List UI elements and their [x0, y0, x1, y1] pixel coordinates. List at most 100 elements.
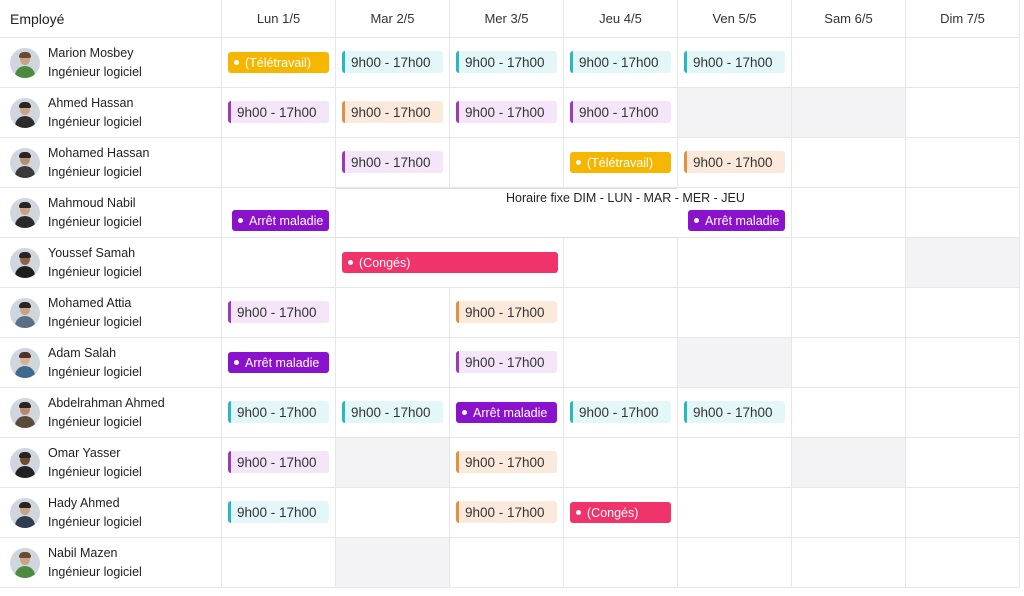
- day-header-mon[interactable]: Lun 1/5: [222, 0, 336, 38]
- day-off-cell[interactable]: [336, 538, 450, 588]
- schedule-cell[interactable]: [564, 288, 678, 338]
- schedule-cell[interactable]: [906, 138, 1020, 188]
- schedule-cell[interactable]: 9h00 - 17h00: [336, 88, 450, 138]
- employee-row-header[interactable]: Mohamed Hassan Ingénieur logiciel: [0, 138, 222, 188]
- shift-block[interactable]: 9h00 - 17h00: [570, 51, 671, 73]
- schedule-cell[interactable]: [906, 88, 1020, 138]
- schedule-cell[interactable]: [792, 338, 906, 388]
- day-header-tue[interactable]: Mar 2/5: [336, 0, 450, 38]
- employee-row-header[interactable]: Youssef Samah Ingénieur logiciel: [0, 238, 222, 288]
- schedule-cell[interactable]: 9h00 - 17h00: [222, 438, 336, 488]
- schedule-cell[interactable]: [792, 238, 906, 288]
- shift-block[interactable]: 9h00 - 17h00: [456, 501, 557, 523]
- day-header-wed[interactable]: Mer 3/5: [450, 0, 564, 38]
- employee-row-header[interactable]: Marion Mosbey Ingénieur logiciel: [0, 38, 222, 88]
- schedule-cell[interactable]: [906, 38, 1020, 88]
- schedule-cell[interactable]: [678, 538, 792, 588]
- schedule-cell[interactable]: [336, 288, 450, 338]
- employee-row-header[interactable]: Omar Yasser Ingénieur logiciel: [0, 438, 222, 488]
- day-header-thu[interactable]: Jeu 4/5: [564, 0, 678, 38]
- sick-leave-event[interactable]: Arrêt maladie: [228, 352, 329, 373]
- employee-row-header[interactable]: Ahmed Hassan Ingénieur logiciel: [0, 88, 222, 138]
- schedule-cell[interactable]: 9h00 - 17h00: [564, 38, 678, 88]
- schedule-cell[interactable]: [336, 488, 450, 538]
- schedule-cell[interactable]: 9h00 - 17h00: [450, 488, 564, 538]
- schedule-cell[interactable]: 9h00 - 17h00: [450, 38, 564, 88]
- schedule-cell[interactable]: [792, 488, 906, 538]
- shift-block[interactable]: 9h00 - 17h00: [456, 301, 557, 323]
- schedule-cell[interactable]: 9h00 - 17h00: [564, 88, 678, 138]
- schedule-cell[interactable]: [564, 338, 678, 388]
- schedule-cell[interactable]: 9h00 - 17h00: [450, 88, 564, 138]
- shift-block[interactable]: 9h00 - 17h00: [684, 151, 785, 173]
- schedule-cell[interactable]: Arrêt maladie: [222, 188, 336, 238]
- day-off-cell[interactable]: [678, 338, 792, 388]
- schedule-cell[interactable]: 9h00 - 17h00: [450, 338, 564, 388]
- employee-row-header[interactable]: Hady Ahmed Ingénieur logiciel: [0, 488, 222, 538]
- schedule-cell[interactable]: Arrêt maladie: [450, 388, 564, 438]
- schedule-cell[interactable]: (Congés): [336, 238, 558, 288]
- schedule-cell[interactable]: [450, 238, 564, 288]
- schedule-cell[interactable]: [792, 188, 906, 238]
- shift-block[interactable]: 9h00 - 17h00: [570, 101, 671, 123]
- shift-block[interactable]: 9h00 - 17h00: [342, 101, 443, 123]
- schedule-cell[interactable]: [678, 238, 792, 288]
- shift-block[interactable]: 9h00 - 17h00: [342, 51, 443, 73]
- employee-row-header[interactable]: Abdelrahman Ahmed Ingénieur logiciel: [0, 388, 222, 438]
- schedule-cell[interactable]: (Télétravail): [222, 38, 336, 88]
- day-off-cell[interactable]: [792, 88, 906, 138]
- schedule-cell[interactable]: [336, 338, 450, 388]
- schedule-cell[interactable]: [792, 538, 906, 588]
- day-header-fri[interactable]: Ven 5/5: [678, 0, 792, 38]
- schedule-cell[interactable]: 9h00 - 17h00: [336, 138, 450, 188]
- schedule-cell[interactable]: 9h00 - 17h00: [336, 38, 450, 88]
- shift-block[interactable]: 9h00 - 17h00: [456, 101, 557, 123]
- day-header-sat[interactable]: Sam 6/5: [792, 0, 906, 38]
- shift-block[interactable]: 9h00 - 17h00: [456, 451, 557, 473]
- schedule-cell[interactable]: [564, 238, 678, 288]
- schedule-cell[interactable]: [906, 538, 1020, 588]
- employee-row-header[interactable]: Nabil Mazen Ingénieur logiciel: [0, 538, 222, 588]
- sick-leave-event[interactable]: Arrêt maladie: [688, 210, 785, 231]
- schedule-cell[interactable]: 9h00 - 17h00: [678, 38, 792, 88]
- schedule-cell[interactable]: [336, 188, 450, 238]
- schedule-cell[interactable]: 9h00 - 17h00: [336, 388, 450, 438]
- employee-row-header[interactable]: Mohamed Attia Ingénieur logiciel: [0, 288, 222, 338]
- sick-leave-event[interactable]: Arrêt maladie: [232, 210, 329, 231]
- schedule-cell[interactable]: [906, 388, 1020, 438]
- telework-event[interactable]: (Télétravail): [228, 52, 329, 73]
- shift-block[interactable]: 9h00 - 17h00: [456, 51, 557, 73]
- schedule-cell[interactable]: 9h00 - 17h00: [678, 138, 792, 188]
- schedule-cell[interactable]: [678, 438, 792, 488]
- leave-event[interactable]: (Congés): [570, 502, 671, 523]
- schedule-cell[interactable]: [678, 488, 792, 538]
- schedule-cell[interactable]: [906, 338, 1020, 388]
- telework-event[interactable]: (Télétravail): [570, 152, 671, 173]
- shift-block[interactable]: 9h00 - 17h00: [684, 51, 785, 73]
- shift-block[interactable]: 9h00 - 17h00: [228, 101, 329, 123]
- schedule-cell[interactable]: [906, 188, 1020, 238]
- shift-block[interactable]: 9h00 - 17h00: [684, 401, 785, 423]
- day-header-sun[interactable]: Dim 7/5: [906, 0, 1020, 38]
- employee-row-header[interactable]: Mahmoud Nabil Ingénieur logiciel: [0, 188, 222, 238]
- schedule-cell[interactable]: 9h00 - 17h00: [450, 288, 564, 338]
- shift-block[interactable]: 9h00 - 17h00: [456, 351, 557, 373]
- schedule-cell[interactable]: [450, 138, 564, 188]
- schedule-cell[interactable]: 9h00 - 17h00: [564, 388, 678, 438]
- shift-block[interactable]: 9h00 - 17h00: [228, 501, 329, 523]
- shift-block[interactable]: 9h00 - 17h00: [570, 401, 671, 423]
- schedule-cell[interactable]: [678, 288, 792, 338]
- schedule-cell[interactable]: (Congés): [564, 488, 678, 538]
- schedule-cell[interactable]: 9h00 - 17h00: [222, 388, 336, 438]
- schedule-cell[interactable]: (Télétravail): [564, 138, 678, 188]
- day-off-cell[interactable]: [906, 238, 1020, 288]
- shift-block[interactable]: 9h00 - 17h00: [228, 451, 329, 473]
- schedule-cell[interactable]: Arrêt maladie: [222, 338, 336, 388]
- schedule-cell[interactable]: 9h00 - 17h00: [222, 88, 336, 138]
- schedule-cell[interactable]: [906, 438, 1020, 488]
- shift-block[interactable]: 9h00 - 17h00: [228, 301, 329, 323]
- schedule-cell[interactable]: [564, 538, 678, 588]
- schedule-cell[interactable]: [222, 238, 336, 288]
- schedule-cell[interactable]: 9h00 - 17h00: [222, 488, 336, 538]
- schedule-cell[interactable]: 9h00 - 17h00: [222, 288, 336, 338]
